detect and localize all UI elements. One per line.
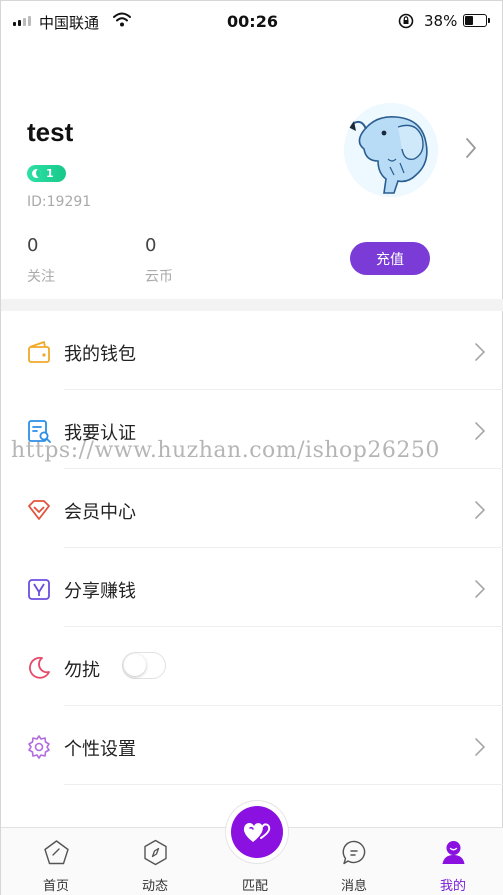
recharge-button[interactable]: 充值 — [350, 242, 430, 275]
profile-header[interactable]: test 1 ID:19291 0 关注 0 云币 充值 — [1, 41, 503, 299]
message-icon — [342, 840, 366, 865]
username: test — [27, 117, 74, 147]
wallet-icon — [28, 341, 50, 363]
tab-match[interactable]: 匹配 — [215, 806, 295, 895]
menu-label-membership: 会员中心 — [64, 502, 136, 523]
tab-label-mine: 我的 — [439, 879, 466, 894]
elephant-avatar-image — [344, 103, 438, 197]
profile-icon — [442, 841, 465, 864]
watermark-text: https://www.huzhan.com/ishop26250 — [11, 438, 440, 463]
compass-icon — [144, 839, 167, 866]
row-divider — [64, 784, 503, 785]
diamond-icon — [28, 500, 50, 520]
following-stat[interactable]: 0 关注 — [27, 235, 55, 286]
chevron-right-icon[interactable] — [464, 137, 478, 159]
chevron-right-icon — [475, 422, 486, 440]
tab-moments[interactable]: 动态 — [115, 828, 195, 895]
coin-count: 0 — [145, 235, 157, 256]
status-bar: 中国联通 00:26 38% — [1, 1, 503, 41]
rotation-lock-icon — [398, 13, 414, 29]
chevron-right-icon — [475, 580, 486, 598]
tab-home[interactable]: 首页 — [16, 828, 96, 895]
chevron-right-icon — [475, 738, 486, 756]
do-not-disturb-toggle[interactable] — [122, 652, 166, 679]
bottom-tab-bar: 首页 动态 匹配 消息 我的 — [1, 806, 503, 895]
tab-label-match: 匹配 — [241, 879, 268, 894]
tab-label-messages: 消息 — [340, 879, 367, 894]
user-id: ID:19291 — [27, 194, 92, 210]
following-count: 0 — [27, 235, 39, 256]
menu-item-wallet[interactable]: 我的钱包 — [1, 311, 503, 390]
battery-icon — [463, 14, 490, 27]
menu-label-personal-settings: 个性设置 — [64, 739, 136, 760]
menu-item-personal-settings[interactable]: 个性设置 — [1, 706, 503, 785]
battery-percent: 38% — [424, 12, 458, 30]
section-divider — [1, 299, 503, 311]
home-icon — [44, 840, 69, 865]
level-moon-icon — [32, 169, 41, 178]
app-screen: 中国联通 00:26 38% test 1 ID:19291 0 关注 0 云币… — [0, 0, 503, 895]
level-badge: 1 — [27, 165, 66, 182]
avatar[interactable] — [344, 103, 438, 197]
gear-icon — [28, 735, 50, 759]
chevron-right-icon — [475, 343, 486, 361]
share-money-icon — [28, 579, 50, 600]
coin-label: 云币 — [145, 269, 173, 285]
coin-stat[interactable]: 0 云币 — [145, 235, 173, 286]
moon-icon — [29, 656, 50, 679]
menu-item-share-earn[interactable]: 分享赚钱 — [1, 548, 503, 627]
tab-label-moments: 动态 — [141, 879, 168, 894]
menu-item-membership[interactable]: 会员中心 — [1, 469, 503, 548]
menu-label-wallet: 我的钱包 — [64, 344, 136, 365]
tab-mine[interactable]: 我的 — [413, 828, 493, 895]
tab-label-home: 首页 — [42, 879, 69, 894]
level-value: 1 — [46, 167, 54, 180]
menu-label-do-not-disturb: 勿扰 — [64, 660, 100, 681]
match-button[interactable] — [231, 806, 283, 858]
hearts-icon — [243, 823, 271, 842]
toggle-knob — [124, 654, 146, 676]
menu-item-do-not-disturb: 勿扰 — [1, 627, 503, 706]
tab-messages[interactable]: 消息 — [314, 828, 394, 895]
menu-label-share-earn: 分享赚钱 — [64, 581, 136, 602]
chevron-right-icon — [475, 501, 486, 519]
following-label: 关注 — [27, 269, 55, 285]
